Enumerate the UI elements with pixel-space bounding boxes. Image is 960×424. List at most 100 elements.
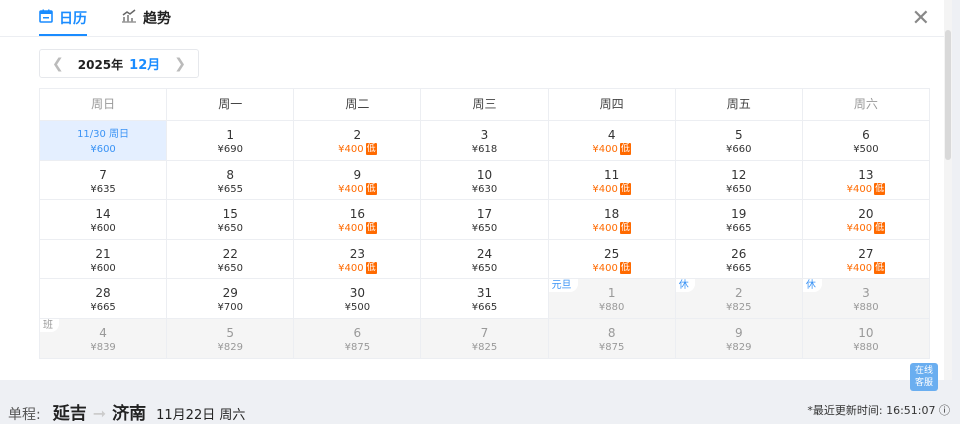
- day-number: 1: [226, 128, 235, 142]
- online-service-button[interactable]: 在线 客服: [910, 363, 938, 391]
- day-number: 25: [603, 246, 620, 261]
- day-number: 21: [95, 246, 111, 261]
- day-cell[interactable]: 27 ¥400 低: [802, 239, 930, 280]
- day-price: ¥618: [471, 144, 498, 155]
- weekday-label: 周一: [167, 89, 295, 121]
- day-number: 5: [226, 325, 235, 340]
- lowest-price-badge: 低: [619, 222, 631, 235]
- day-price: ¥650: [471, 262, 498, 274]
- day-number: 23: [349, 246, 365, 261]
- day-cell[interactable]: 7 ¥635: [40, 160, 168, 201]
- day-price: ¥400: [338, 183, 364, 195]
- day-cell[interactable]: 5 ¥829: [167, 318, 295, 359]
- day-cell[interactable]: 23 ¥400 低: [294, 239, 422, 280]
- day-cell[interactable]: 11/30 周日 ¥600: [40, 121, 168, 161]
- day-cell[interactable]: 15 ¥650: [167, 200, 295, 240]
- day-cell[interactable]: 18 ¥400 低: [548, 200, 676, 240]
- day-price: ¥400: [846, 183, 873, 195]
- day-number: 30: [349, 286, 365, 301]
- day-cell[interactable]: 26 ¥665: [675, 239, 803, 280]
- day-cell[interactable]: 21 ¥600: [40, 239, 168, 280]
- day-cell[interactable]: 8 ¥655: [167, 160, 295, 201]
- weekday-label: 周四: [548, 89, 676, 121]
- day-price: ¥875: [598, 341, 625, 353]
- day-cell[interactable]: 28 ¥665: [40, 279, 168, 319]
- day-cell[interactable]: 14 ¥600: [40, 200, 168, 240]
- tab-calendar-label: 日历: [59, 11, 87, 27]
- day-cell[interactable]: 11 ¥400 低: [548, 160, 676, 201]
- day-cell[interactable]: 4 ¥400 低: [548, 121, 676, 161]
- trip-summary: 单程: 延吉 ➞ 济南 11月22日 周六: [8, 399, 245, 424]
- day-cell[interactable]: 17 ¥650: [421, 200, 549, 240]
- day-cell[interactable]: 7 ¥825: [421, 318, 549, 359]
- week-row: 28 ¥665 29 ¥700 30 ¥500 31 ¥665 元旦 1 ¥880 休 2 ¥825 休 3 ¥…: [40, 279, 930, 319]
- tab-bar: 日历 趋势 ✕: [0, 0, 952, 37]
- day-number: 19: [731, 207, 747, 222]
- lowest-price-badge: 低: [619, 261, 631, 274]
- day-cell[interactable]: 1 ¥690: [167, 121, 295, 161]
- day-number: 22: [222, 246, 238, 261]
- day-price: ¥880: [853, 302, 879, 314]
- day-cell[interactable]: 5 ¥660: [675, 121, 803, 161]
- day-cell[interactable]: 6 ¥875: [294, 318, 422, 359]
- day-cell[interactable]: 9 ¥829: [675, 318, 803, 359]
- weekday-label: 周六: [802, 89, 930, 121]
- month-navigator: ❮ 2025年 12月 ❯: [39, 49, 199, 78]
- day-cell[interactable]: 24 ¥650: [421, 239, 549, 280]
- active-tab-indicator: [39, 34, 87, 36]
- tab-trend[interactable]: 趋势: [121, 8, 171, 28]
- day-price: ¥829: [726, 341, 752, 353]
- day-cell[interactable]: 元旦 1 ¥880: [548, 279, 676, 319]
- scrollbar[interactable]: [944, 0, 952, 380]
- service-line1: 在线: [914, 366, 933, 376]
- tab-calendar[interactable]: 日历: [39, 8, 87, 28]
- day-cell[interactable]: 19 ¥665: [675, 200, 803, 240]
- day-cell[interactable]: 3 ¥618: [421, 121, 549, 161]
- day-price: ¥839: [90, 341, 116, 353]
- lowest-price-badge: 低: [365, 222, 377, 235]
- day-cell[interactable]: 8 ¥875: [548, 318, 676, 359]
- day-price: ¥400: [338, 144, 364, 155]
- day-cell[interactable]: 22 ¥650: [167, 239, 295, 280]
- day-number: 11/30 周日: [77, 129, 130, 140]
- day-cell[interactable]: 13 ¥400 低: [802, 160, 930, 201]
- day-number: 6: [353, 325, 362, 340]
- day-price: ¥875: [344, 341, 371, 353]
- day-cell[interactable]: 20 ¥400 低: [802, 200, 930, 240]
- scrollbar-thumb[interactable]: [945, 30, 951, 160]
- day-number: 8: [607, 325, 616, 340]
- day-cell[interactable]: 10 ¥880: [802, 318, 930, 359]
- day-price: ¥400: [846, 262, 873, 274]
- lowest-price-badge: 低: [874, 222, 886, 235]
- day-number: 5: [734, 128, 743, 142]
- day-cell[interactable]: 31 ¥665: [421, 279, 549, 319]
- day-price: ¥829: [217, 341, 243, 353]
- day-cell[interactable]: 29 ¥700: [167, 279, 295, 319]
- day-cell[interactable]: 6 ¥500: [802, 121, 930, 161]
- day-price: ¥400: [846, 223, 873, 235]
- day-cell[interactable]: 10 ¥630: [421, 160, 549, 201]
- next-month-button[interactable]: ❯: [174, 56, 186, 72]
- day-cell[interactable]: 16 ¥400 低: [294, 200, 422, 240]
- close-icon[interactable]: ✕: [912, 6, 930, 31]
- tab-trend-label: 趋势: [143, 11, 171, 27]
- day-cell[interactable]: 9 ¥400 低: [294, 160, 422, 201]
- day-number: 13: [858, 167, 874, 182]
- day-price: ¥665: [726, 223, 752, 235]
- day-number: 4: [99, 325, 107, 340]
- info-icon[interactable]: ⓘ: [939, 404, 950, 417]
- day-cell[interactable]: 班 4 ¥839: [40, 318, 168, 359]
- day-number: 27: [858, 246, 874, 261]
- day-cell[interactable]: 休 2 ¥825: [675, 279, 803, 319]
- day-cell[interactable]: 休 3 ¥880: [802, 279, 930, 319]
- prev-month-button[interactable]: ❮: [52, 56, 64, 72]
- day-cell[interactable]: 25 ¥400 低: [548, 239, 676, 280]
- day-number: 7: [99, 167, 107, 182]
- day-cell[interactable]: 12 ¥650: [675, 160, 803, 201]
- day-cell[interactable]: 2 ¥400 低: [294, 121, 422, 161]
- day-cell[interactable]: 30 ¥500: [294, 279, 422, 319]
- day-number: 9: [353, 167, 362, 182]
- day-price: ¥880: [598, 302, 625, 314]
- day-number: 9: [734, 325, 743, 340]
- lowest-price-badge: 低: [619, 143, 631, 155]
